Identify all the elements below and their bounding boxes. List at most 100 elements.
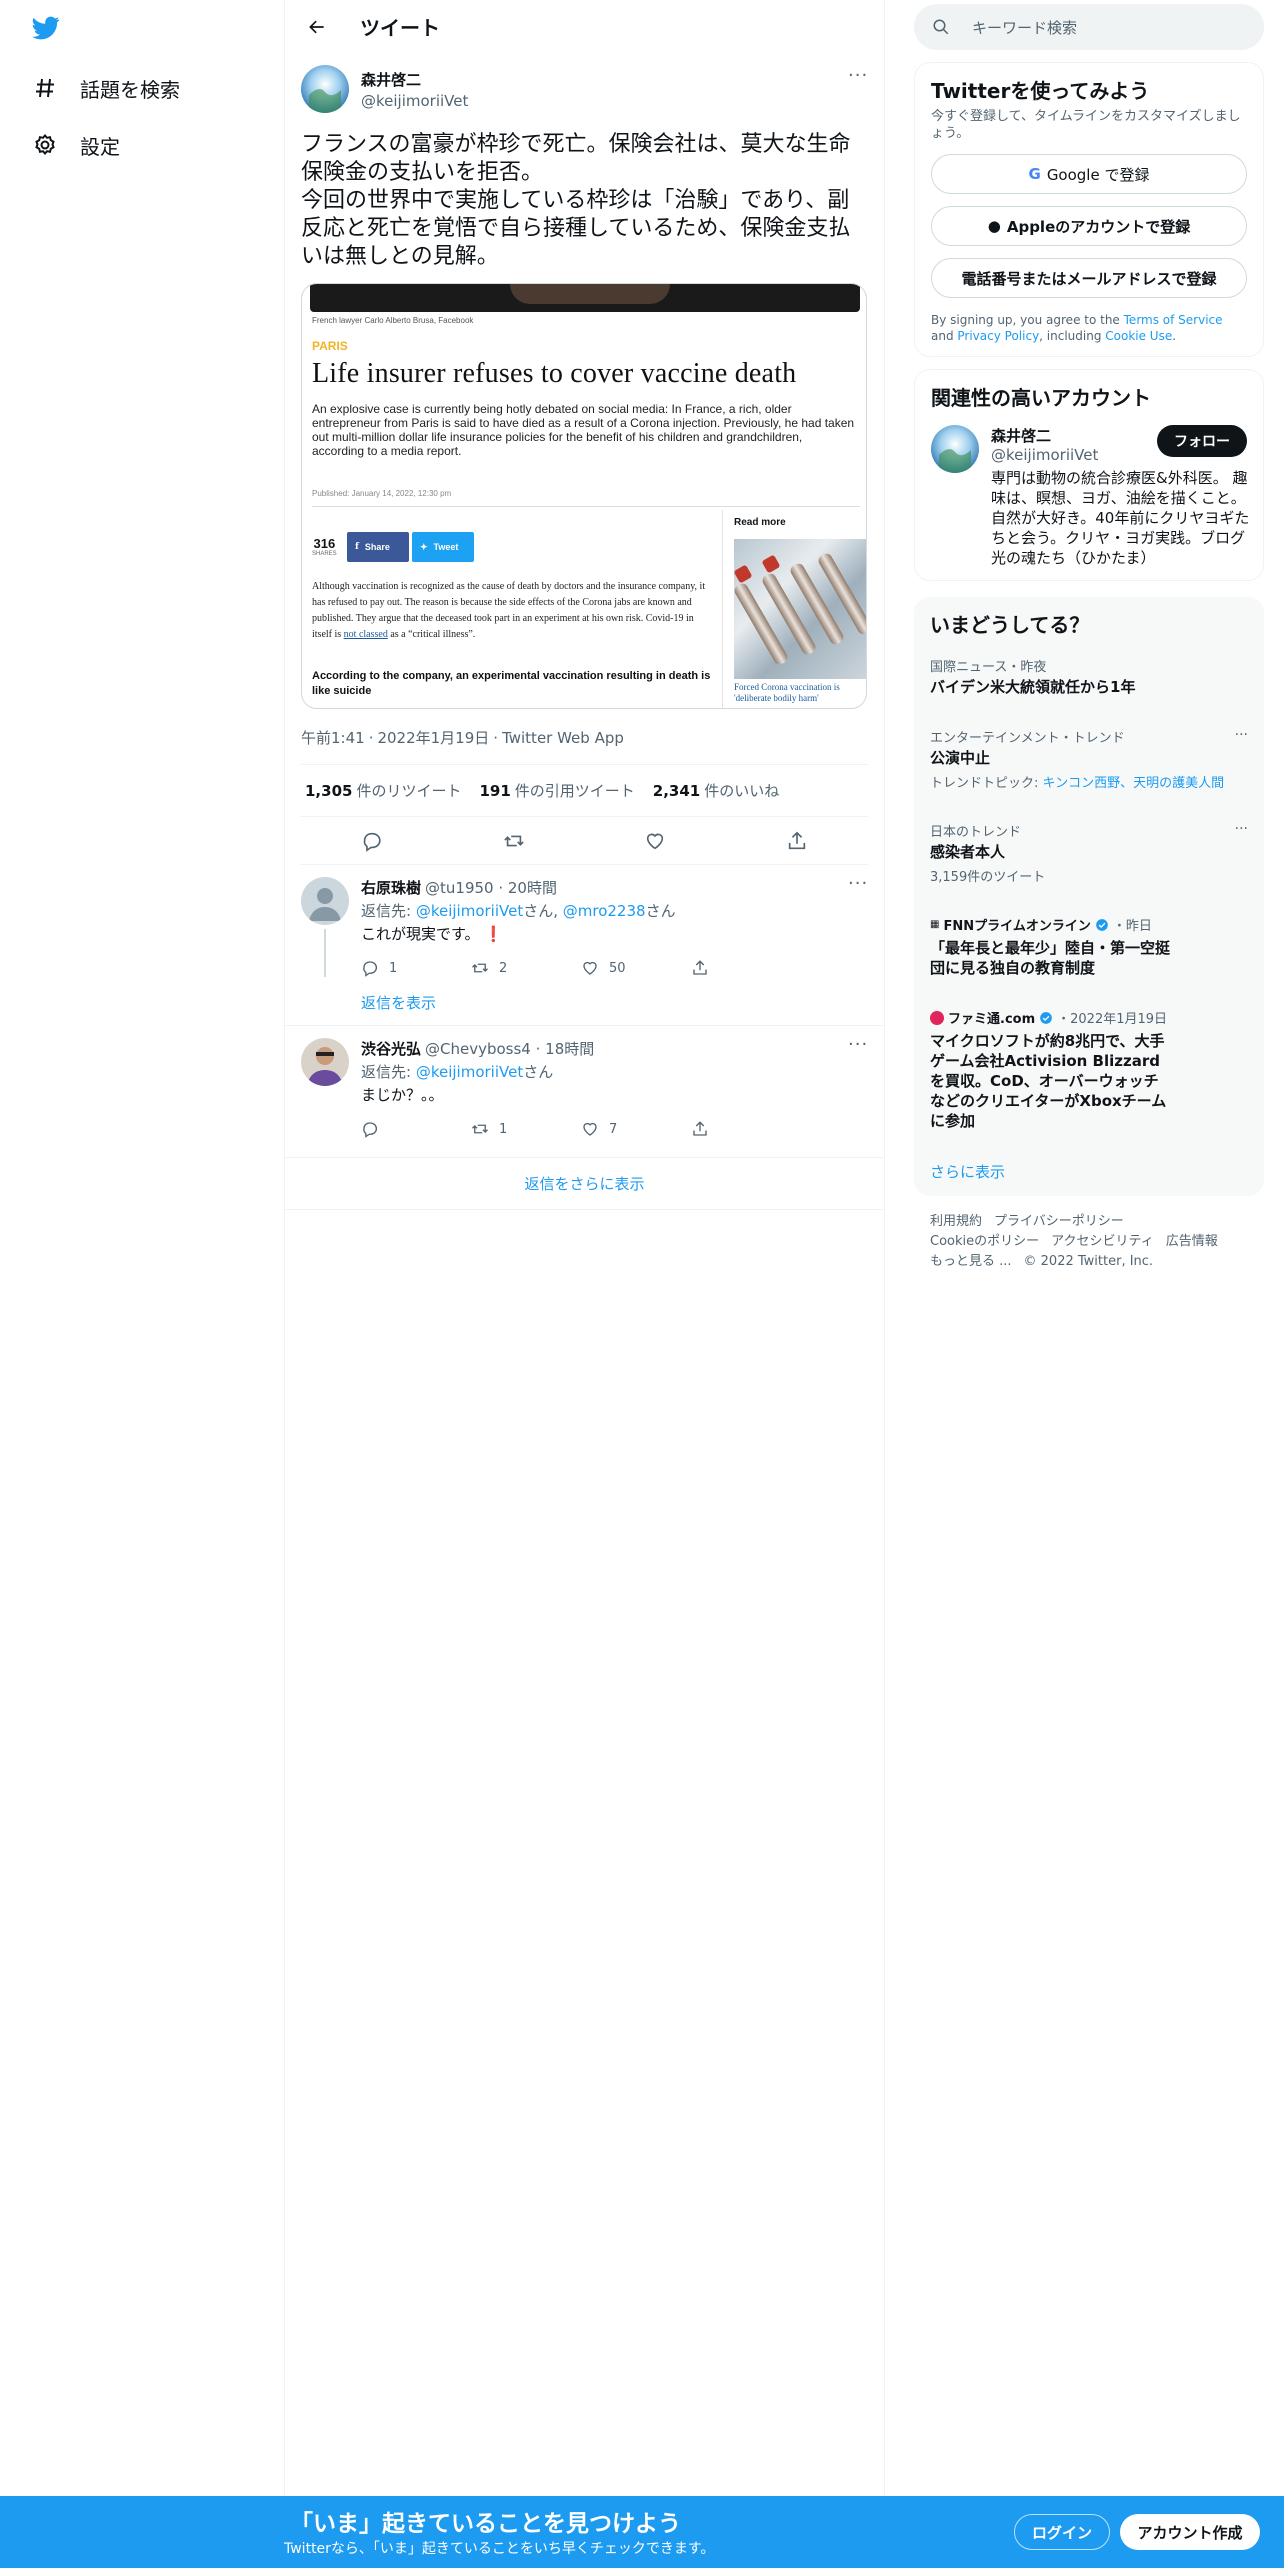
tweet-image[interactable]: French lawyer Carlo Alberto Brusa, Faceb…: [301, 283, 867, 709]
ads-link[interactable]: 広告情報: [1166, 1234, 1218, 1249]
search-input[interactable]: キーワード検索: [914, 4, 1264, 50]
reply-text: これが現実です。 ❗: [361, 925, 503, 943]
like-button[interactable]: 7: [581, 1120, 691, 1138]
verified-badge-icon: [1096, 918, 1108, 931]
related-bio: 専門は動物の統合診療医&外科医。 趣味は、瞑想、ヨガ、油絵を描くこと。自然が大好…: [991, 469, 1250, 567]
image-photo-strip: [310, 284, 860, 312]
famitsu-logo-icon: [930, 1010, 944, 1025]
reply-text: まじか？。。: [361, 1086, 444, 1104]
reply-author-handle[interactable]: @tu1950: [425, 879, 494, 897]
terms-link[interactable]: Terms of Service: [1124, 313, 1223, 327]
retweet-button[interactable]: 2: [471, 959, 581, 977]
trend-item[interactable]: 国際ニュース・昨夜 バイデン米大統領就任から1年: [930, 656, 1248, 697]
reply-time[interactable]: 18時間: [545, 1038, 594, 1059]
footer-links: 利用規約 プライバシーポリシー Cookieのポリシー アクセシビリティ 広告情報 も…: [914, 1212, 1264, 1272]
tweet-source[interactable]: Twitter Web App: [502, 729, 624, 747]
author-handle[interactable]: @keijimoriiVet: [361, 92, 468, 110]
fnn-logo-icon: ▦: [930, 919, 940, 930]
back-button[interactable]: [300, 10, 334, 44]
trends-show-more-link[interactable]: さらに表示: [930, 1161, 1248, 1182]
tweet-actions: [301, 817, 868, 865]
reply-actions: 1 2 50: [361, 948, 868, 988]
show-more-replies-link[interactable]: 返信をさらに表示: [285, 1158, 884, 1210]
nav-explore[interactable]: 話題を検索: [30, 68, 180, 108]
phone-email-signup-button[interactable]: 電話番号またはメールアドレスで登録: [931, 258, 1247, 298]
retweet-count[interactable]: 1,305 件のリツイート: [305, 780, 461, 801]
cookie-link[interactable]: Cookieのポリシー: [930, 1234, 1039, 1249]
more-options-icon[interactable]: ···: [848, 1036, 868, 1058]
mention-link[interactable]: @keijimoriiVet: [416, 1063, 523, 1081]
login-button[interactable]: ログイン: [1014, 2514, 1110, 2550]
share-button[interactable]: [691, 959, 801, 977]
show-replies-link[interactable]: 返信を表示: [361, 992, 868, 1013]
reply-avatar[interactable]: [301, 1038, 349, 1086]
trend-item[interactable]: 日本のトレンド ··· 感染者本人 3,159件のツイート: [930, 821, 1248, 885]
reply-author-name[interactable]: 渋谷光弘: [361, 1038, 421, 1059]
copyright: © 2022 Twitter, Inc.: [1023, 1254, 1154, 1269]
apple-icon: ●: [987, 217, 1001, 235]
reply-time[interactable]: 20時間: [508, 877, 557, 898]
cookie-link[interactable]: Cookie Use: [1105, 329, 1172, 343]
reply-button[interactable]: 1: [361, 959, 471, 977]
accessibility-link[interactable]: アクセシビリティ: [1051, 1234, 1154, 1249]
quote-count[interactable]: 191 件の引用ツイート: [479, 780, 634, 801]
tweet-date[interactable]: 2022年1月19日: [377, 729, 489, 747]
related-avatar[interactable]: [931, 425, 979, 473]
article-headline: Life insurer refuses to cover vaccine de…: [312, 358, 797, 389]
news-item[interactable]: ファミ通.com ・2022年1月19日 マイクロソフトが約8兆円で、大手ゲーム…: [930, 1008, 1248, 1131]
reply-icon[interactable]: [361, 830, 383, 852]
mention-link[interactable]: @mro2238: [563, 902, 646, 920]
retweet-icon[interactable]: [503, 830, 525, 852]
mention-link[interactable]: @keijimoriiVet: [416, 902, 523, 920]
search-placeholder: キーワード検索: [972, 18, 1078, 37]
read-more-caption: Forced Corona vaccination is 'deliberate…: [734, 682, 840, 703]
trend-item[interactable]: エンターテインメント・トレンド ··· 公演中止 トレンドトピック: キンコン西…: [930, 727, 1248, 791]
reply-item[interactable]: 右原珠樹 @tu1950 · 20時間 ··· 返信先: @keijimoriiV…: [285, 865, 884, 1026]
reply-author-name[interactable]: 右原珠樹: [361, 877, 421, 898]
more-options-icon[interactable]: ···: [848, 875, 868, 897]
more-options-icon[interactable]: ···: [1235, 821, 1248, 837]
privacy-link[interactable]: Privacy Policy: [957, 329, 1039, 343]
share-icon[interactable]: [786, 830, 808, 852]
terms-link[interactable]: 利用規約: [930, 1214, 982, 1229]
more-link[interactable]: もっと見る ...: [930, 1254, 1012, 1269]
page-header: ツイート: [285, 0, 884, 53]
news-item[interactable]: ▦ FNNプライムオンライン ・昨日 「最年長と最年少」陸自・第一空挺団に見る独…: [930, 915, 1248, 978]
bird-icon: ✦: [420, 541, 428, 552]
arrow-left-icon: [309, 20, 324, 33]
page-title: ツイート: [360, 16, 440, 40]
reply-to: 返信先: @keijimoriiVetさん, @mro2238さん: [361, 902, 676, 920]
author-name[interactable]: 森井啓二: [361, 69, 468, 90]
reply-avatar[interactable]: [301, 877, 349, 925]
more-options-icon[interactable]: ···: [1235, 727, 1248, 743]
like-count[interactable]: 2,341 件のいいね: [653, 780, 779, 801]
author-avatar[interactable]: [301, 65, 349, 113]
privacy-link[interactable]: プライバシーポリシー: [994, 1214, 1124, 1229]
retweet-icon: [472, 1124, 488, 1134]
follow-button[interactable]: フォロー: [1157, 425, 1247, 457]
like-button[interactable]: 50: [581, 959, 691, 977]
reply-button[interactable]: [361, 1120, 471, 1138]
signup-button[interactable]: アカウント作成: [1120, 2514, 1260, 2550]
bottom-bar-title: 「いま」起きていることを見つけよう: [290, 2511, 681, 2537]
more-options-icon[interactable]: ···: [848, 67, 868, 89]
signup-legal-text: By signing up, you agree to the Terms of…: [931, 313, 1223, 343]
twitter-logo-icon[interactable]: [30, 14, 66, 44]
reply-author-handle[interactable]: @Chevyboss4: [425, 1040, 531, 1058]
google-signup-button[interactable]: G Google で登録: [931, 154, 1247, 194]
retweet-button[interactable]: 1: [471, 1120, 581, 1138]
nav-settings[interactable]: 設定: [30, 125, 120, 165]
right-sidebar: キーワード検索 Twitterを使ってみよう 今すぐ登録して、タイムラインをカス…: [914, 0, 1264, 1272]
apple-signup-button[interactable]: ● Appleのアカウントで登録: [931, 206, 1247, 246]
trend-topic-link[interactable]: キンコン西野、天明の護美人間: [1043, 776, 1225, 791]
share-icon: [693, 1121, 707, 1136]
tweet-time[interactable]: 午前1:41: [301, 729, 365, 747]
like-icon[interactable]: [644, 830, 666, 852]
nav-settings-label: 設定: [80, 134, 120, 159]
share-icon: [693, 960, 707, 975]
share-button[interactable]: [691, 1120, 801, 1138]
related-account[interactable]: 森井啓二 @keijimoriiVet 専門は動物の統合診療医&外科医。 趣味は…: [931, 425, 1249, 568]
reply-item[interactable]: 渋谷光弘 @Chevyboss4 · 18時間 ··· 返信先: @keijimo…: [285, 1026, 884, 1158]
like-icon: [583, 961, 597, 975]
tweet-stats: 1,305 件のリツイート 191 件の引用ツイート 2,341 件のいいね: [301, 765, 868, 817]
